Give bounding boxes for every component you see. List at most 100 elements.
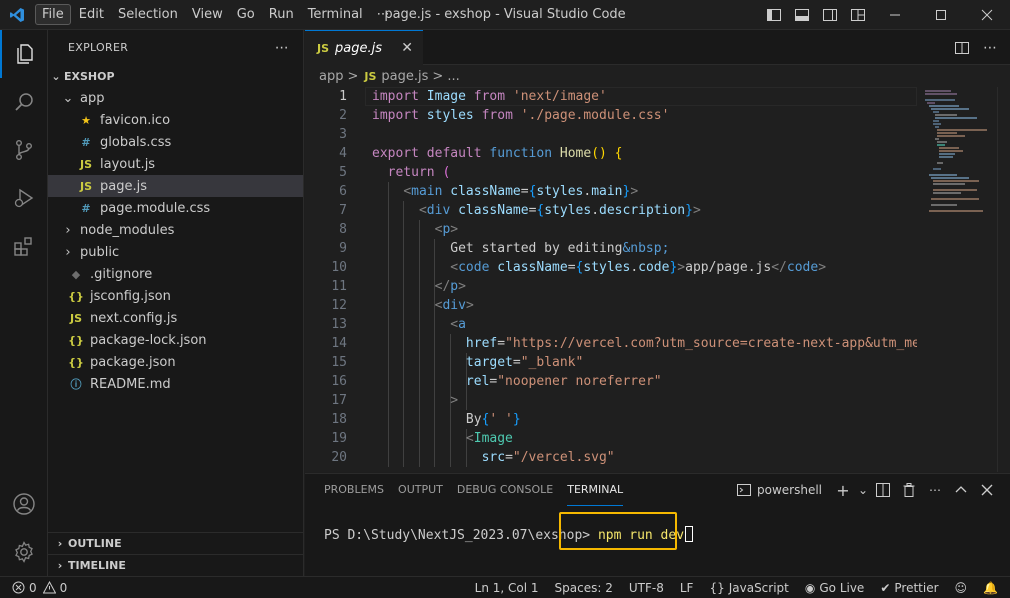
explorer-icon[interactable]	[0, 30, 48, 78]
tree-item-gitignore[interactable]: ◆ .gitignore	[48, 263, 303, 285]
panel-more-icon[interactable]: ⋯	[922, 483, 948, 497]
tree-item-readme-md[interactable]: ⓘ README.md	[48, 373, 303, 395]
toggle-secondary-sidebar-icon[interactable]	[816, 0, 844, 30]
explorer-sidebar: EXPLORER ⋯ ⌄ EXSHOP ⌄ app ★ favicon.ico # glo…	[48, 30, 304, 576]
chevron-right-icon: ›	[65, 222, 71, 238]
close-panel-icon[interactable]	[974, 484, 1000, 496]
menu-more[interactable]: ⋯	[371, 5, 396, 24]
code-line[interactable]: 17 >	[305, 391, 917, 410]
tree-item-page-js[interactable]: JS page.js	[48, 175, 303, 197]
run-debug-icon[interactable]	[0, 174, 48, 222]
breadcrumb-folder[interactable]: app	[319, 69, 343, 84]
code-line[interactable]: 4 export default function Home() {	[305, 144, 917, 163]
code-line[interactable]: 8 <p>	[305, 220, 917, 239]
split-editor-icon[interactable]	[948, 33, 976, 63]
shell-name[interactable]: powershell	[757, 483, 822, 497]
feedback-icon[interactable]: ☺	[955, 581, 968, 595]
line-number: 12	[331, 298, 347, 313]
tree-item-label: package.json	[90, 354, 176, 370]
end-of-line[interactable]: LF	[680, 581, 694, 595]
tree-item-favicon-ico[interactable]: ★ favicon.ico	[48, 109, 303, 131]
code-line[interactable]: 19 <Image	[305, 429, 917, 448]
code-line[interactable]: 9 Get started by editing&nbsp;	[305, 239, 917, 258]
tree-item-jsconfig-json[interactable]: {} jsconfig.json	[48, 285, 303, 307]
split-terminal-icon[interactable]	[870, 483, 896, 497]
more-actions-icon[interactable]: ⋯	[275, 40, 289, 56]
code-line[interactable]: 16 rel="noopener noreferrer"	[305, 372, 917, 391]
language-mode[interactable]: {} JavaScript	[709, 581, 788, 595]
code-line[interactable]: 3	[305, 125, 917, 144]
tree-item-node-modules[interactable]: › node_modules	[48, 219, 303, 241]
tab-output[interactable]: OUTPUT	[398, 474, 443, 506]
breadcrumb-file[interactable]: page.js	[381, 69, 428, 84]
tab-terminal[interactable]: TERMINAL	[567, 474, 624, 506]
settings-gear-icon[interactable]	[0, 528, 48, 576]
tab-page-js[interactable]: JS page.js ✕	[305, 30, 423, 65]
code-line[interactable]: 10 <code className={styles.code}>app/pag…	[305, 258, 917, 277]
code-line[interactable]: 1 import Image from 'next/image'	[305, 87, 917, 106]
customize-layout-icon[interactable]	[844, 0, 872, 30]
timeline-section[interactable]: › TIMELINE	[48, 554, 304, 576]
tree-item-app[interactable]: ⌄ app	[48, 87, 303, 109]
terminal-dropdown-icon[interactable]: ⌄	[856, 483, 870, 497]
code-editor[interactable]: 1 import Image from 'next/image' 2 import s…	[305, 87, 917, 472]
tree-item-next-config-js[interactable]: JS next.config.js	[48, 307, 303, 329]
bottom-panel: PROBLEMS OUTPUT DEBUG CONSOLE TERMINAL powe…	[305, 473, 1010, 576]
trash-icon[interactable]	[896, 483, 922, 497]
toggle-primary-sidebar-icon[interactable]	[760, 0, 788, 30]
source-control-icon[interactable]	[0, 126, 48, 174]
minimize-button[interactable]	[872, 0, 918, 30]
cursor-position[interactable]: Ln 1, Col 1	[475, 581, 539, 595]
notifications-bell-icon[interactable]: 🔔	[983, 581, 998, 595]
maximize-panel-icon[interactable]	[948, 484, 974, 496]
code-line[interactable]: 14 href="https://vercel.com?utm_source=c…	[305, 334, 917, 353]
outline-section[interactable]: › OUTLINE	[48, 532, 304, 554]
indentation[interactable]: Spaces: 2	[555, 581, 613, 595]
toggle-panel-icon[interactable]	[788, 0, 816, 30]
error-count: 0	[29, 580, 37, 595]
code-text: <code className={styles.code}>app/page.j…	[450, 260, 827, 275]
code-line[interactable]: 18 By{' '}	[305, 410, 917, 429]
activity-bar	[0, 30, 48, 576]
extensions-icon[interactable]	[0, 222, 48, 270]
tab-debug-console[interactable]: DEBUG CONSOLE	[457, 474, 553, 506]
code-line[interactable]: 5 return (	[305, 163, 917, 182]
close-tab-icon[interactable]: ✕	[401, 40, 413, 56]
menu-edit[interactable]: Edit	[73, 5, 110, 24]
project-folder-row[interactable]: ⌄ EXSHOP	[48, 65, 303, 87]
code-line[interactable]: 6 <main className={styles.main}>	[305, 182, 917, 201]
prettier-button[interactable]: ✔ Prettier	[880, 581, 938, 595]
encoding[interactable]: UTF-8	[629, 581, 664, 595]
menu-view[interactable]: View	[186, 5, 229, 24]
new-terminal-icon[interactable]: +	[830, 481, 856, 500]
tree-item-package-lock-json[interactable]: {} package-lock.json	[48, 329, 303, 351]
maximize-button[interactable]	[918, 0, 964, 30]
code-line[interactable]: 11 </p>	[305, 277, 917, 296]
tree-item-page-module-css[interactable]: # page.module.css	[48, 197, 303, 219]
minimap[interactable]	[917, 87, 997, 472]
tree-item-layout-js[interactable]: JS layout.js	[48, 153, 303, 175]
code-line[interactable]: 13 <a	[305, 315, 917, 334]
breadcrumb-more[interactable]: ...	[447, 69, 459, 84]
menu-selection[interactable]: Selection	[112, 5, 184, 24]
menu-file[interactable]: File	[35, 4, 71, 25]
tree-item-globals-css[interactable]: # globals.css	[48, 131, 303, 153]
tab-problems[interactable]: PROBLEMS	[324, 474, 384, 506]
code-line[interactable]: 2 import styles from './page.module.css'	[305, 106, 917, 125]
close-window-button[interactable]	[964, 0, 1010, 30]
menu-run[interactable]: Run	[263, 5, 300, 24]
go-live-button[interactable]: ◉ Go Live	[805, 581, 864, 595]
search-icon[interactable]	[0, 78, 48, 126]
code-line[interactable]: 7 <div className={styles.description}>	[305, 201, 917, 220]
menu-go[interactable]: Go	[231, 5, 261, 24]
tree-item-package-json[interactable]: {} package.json	[48, 351, 303, 373]
accounts-icon[interactable]	[0, 480, 48, 528]
code-line[interactable]: 20 src="/vercel.svg"	[305, 448, 917, 467]
editor-scrollbar[interactable]	[997, 87, 1010, 472]
code-line[interactable]: 15 target="_blank"	[305, 353, 917, 372]
tree-item-public[interactable]: › public	[48, 241, 303, 263]
code-line[interactable]: 12 <div>	[305, 296, 917, 315]
menu-terminal[interactable]: Terminal	[302, 5, 369, 24]
editor-more-actions-icon[interactable]: ⋯	[976, 33, 1004, 63]
problems-status[interactable]: 0 0	[0, 581, 67, 595]
